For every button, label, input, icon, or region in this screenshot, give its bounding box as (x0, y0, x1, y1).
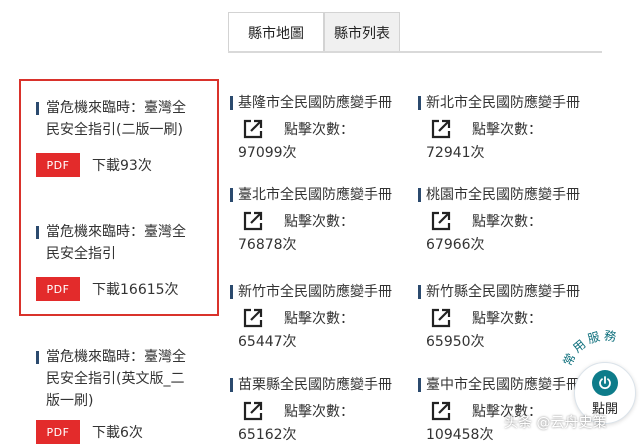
document-item: 當危機來臨時：臺灣全 民安全指引(二版一刷) PDF 下載93次 (36, 97, 208, 177)
manual-click-row: 點擊次數： (418, 307, 598, 329)
external-link-icon[interactable] (430, 307, 452, 329)
manual-title[interactable]: 基隆市全民國防應變手冊 (230, 94, 410, 112)
manual-item: 基隆市全民國防應變手冊 點擊次數： 97099次 (230, 94, 410, 162)
document-item: 當危機來臨時：臺灣全 民安全指引 PDF 下載16615次 (36, 221, 208, 301)
power-icon (592, 369, 618, 396)
manual-click-row: 點擊次數： (230, 400, 410, 422)
click-count-label: 點擊次數： (284, 214, 354, 230)
pdf-download-button[interactable]: PDF (36, 420, 80, 444)
tab-county-list[interactable]: 縣市列表 (324, 12, 400, 52)
document-title[interactable]: 當危機來臨時：臺灣全 民安全指引(英文版_二 版一刷) (36, 346, 208, 412)
document-title[interactable]: 當危機來臨時：臺灣全 民安全指引 (36, 221, 208, 265)
manual-item: 新北市全民國防應變手冊 點擊次數： 72941次 (418, 94, 598, 162)
external-link-icon[interactable] (242, 118, 264, 140)
manual-item: 桃園市全民國防應變手冊 點擊次數： 67966次 (418, 186, 598, 254)
click-count-label: 點擊次數： (472, 214, 542, 230)
click-count-label: 點擊次數： (284, 122, 354, 138)
manual-item: 臺北市全民國防應變手冊 點擊次數： 76878次 (230, 186, 410, 254)
external-link-icon[interactable] (430, 118, 452, 140)
pdf-download-button[interactable]: PDF (36, 277, 80, 301)
document-item: 當危機來臨時：臺灣全 民安全指引(英文版_二 版一刷) PDF 下載6次 (36, 346, 208, 444)
click-count-value: 65162次 (238, 427, 297, 443)
click-count-value: 97099次 (238, 145, 297, 161)
manual-click-row: 點擊次數： (418, 210, 598, 232)
manual-item: 新竹市全民國防應變手冊 點擊次數： 65447次 (230, 283, 410, 351)
manual-title[interactable]: 新北市全民國防應變手冊 (418, 94, 598, 112)
pdf-download-button[interactable]: PDF (36, 153, 80, 177)
click-count-value: 65447次 (238, 334, 297, 350)
manual-title[interactable]: 苗栗縣全民國防應變手冊 (230, 376, 410, 394)
download-row: PDF 下載6次 (36, 420, 208, 444)
tab-bar: 縣市地圖 縣市列表 (228, 12, 400, 52)
manual-title[interactable]: 新竹市全民國防應變手冊 (230, 283, 410, 301)
manual-title[interactable]: 桃園市全民國防應變手冊 (418, 186, 598, 204)
click-count-label: 點擊次數： (284, 404, 354, 420)
click-count-value: 67966次 (426, 237, 485, 253)
manual-title[interactable]: 新竹縣全民國防應變手冊 (418, 283, 598, 301)
click-count-value: 76878次 (238, 237, 297, 253)
external-link-icon[interactable] (242, 400, 264, 422)
click-count-label: 點擊次數： (472, 122, 542, 138)
tab-county-map[interactable]: 縣市地圖 (228, 12, 324, 52)
click-count-label: 點擊次數： (472, 311, 542, 327)
download-row: PDF 下載93次 (36, 153, 208, 177)
click-count-label: 點擊次數： (284, 311, 354, 327)
download-count: 下載16615次 (92, 282, 179, 298)
watermark: 头条 @云舟史策 (504, 415, 607, 431)
download-count: 下載93次 (92, 158, 152, 174)
download-row: PDF 下載16615次 (36, 277, 208, 301)
manual-click-row: 點擊次數： (418, 118, 598, 140)
external-link-icon[interactable] (430, 210, 452, 232)
click-count-value: 72941次 (426, 145, 485, 161)
manual-click-row: 點擊次數： (230, 307, 410, 329)
external-link-icon[interactable] (242, 210, 264, 232)
document-title[interactable]: 當危機來臨時：臺灣全 民安全指引(二版一刷) (36, 97, 208, 141)
download-count: 下載6次 (92, 425, 143, 441)
manual-click-row: 點擊次數： (230, 210, 410, 232)
manual-title[interactable]: 臺北市全民國防應變手冊 (230, 186, 410, 204)
external-link-icon[interactable] (242, 307, 264, 329)
external-link-icon[interactable] (430, 400, 452, 422)
manual-item: 苗栗縣全民國防應變手冊 點擊次數： 65162次 (230, 376, 410, 444)
tab-divider (228, 51, 602, 53)
manual-click-row: 點擊次數： (230, 118, 410, 140)
